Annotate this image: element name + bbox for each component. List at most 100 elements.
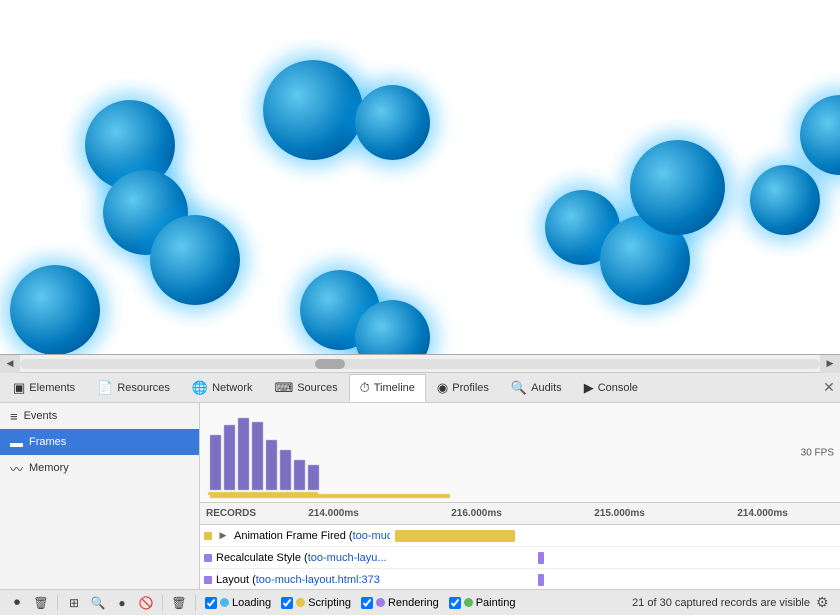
filter-button[interactable]: ⊞ [63, 592, 85, 614]
bottom-toolbar: ⏺ 🗑 ⊞ 🔍 ● 🚫 🗑 Loading Scripting Rendering P… [0, 589, 840, 615]
record-link[interactable]: too-much-layout.html:373 [256, 574, 380, 586]
scrollbar-thumb[interactable] [315, 359, 345, 369]
horizontal-scrollbar[interactable]: ◀ ▶ [0, 355, 840, 373]
sources-tab-label: Sources [297, 382, 337, 394]
audits-tab-icon: 🔍 [511, 380, 527, 396]
sidebar-item-memory[interactable]: 〰 Memory [0, 455, 199, 481]
timeline-tab-label: Timeline [374, 382, 415, 394]
toolbar-separator-2 [162, 595, 163, 611]
record-name-animation-frame-fired: ▶ Animation Frame Fired (too-much-... [200, 529, 390, 543]
resources-tab-label: Resources [117, 382, 170, 394]
devtools-panel: ▣ Elements 📄 Resources 🌐 Network ⌨ Sources ⏱ Time… [0, 373, 840, 615]
filter-painting-checkbox[interactable] [449, 597, 461, 609]
record-bar-area [390, 547, 840, 568]
stop-button[interactable]: 🚫 [135, 592, 157, 614]
close-devtools-button[interactable]: ✕ [820, 379, 838, 397]
filter-loading-color [220, 598, 229, 607]
record-color-indicator [204, 532, 212, 540]
left-sidebar: ≡Events▬Frames 〰 Memory [0, 403, 200, 589]
sidebar-item-memory-label: Memory [29, 462, 69, 474]
console-tab-label: Console [598, 382, 638, 394]
records-label: RECORDS [206, 508, 256, 519]
tab-resources[interactable]: 📄 Resources [86, 374, 181, 402]
bubble [800, 95, 840, 175]
time-mark: 214.000ms [262, 508, 405, 519]
records-list: ▶ Animation Frame Fired (too-much-... Reca… [200, 525, 840, 589]
record-bar [538, 574, 544, 586]
filter-scripting-checkbox[interactable] [281, 597, 293, 609]
scroll-right-arrow[interactable]: ▶ [820, 355, 840, 373]
filter-loading[interactable]: Loading [205, 597, 271, 609]
filter-painting[interactable]: Painting [449, 597, 516, 609]
bubble [263, 60, 363, 160]
elements-tab-label: Elements [29, 382, 75, 394]
tab-profiles[interactable]: ◉Profiles [426, 374, 500, 402]
profiles-tab-icon: ◉ [437, 380, 448, 396]
timeline-panel: 30 FPS RECORDS 214.000ms216.000ms215.000… [200, 403, 840, 589]
record-name-recalculate-style: Recalculate Style (too-much-layu... [200, 552, 390, 564]
audits-tab-label: Audits [531, 382, 562, 394]
record-name-layout: Layout (too-much-layout.html:373 [200, 574, 390, 586]
frames-canvas [200, 403, 840, 502]
record-start-button[interactable]: ● [111, 592, 133, 614]
record-link[interactable]: too-much-layu... [308, 552, 387, 564]
memory-icon: 〰 [10, 459, 23, 478]
scroll-left-arrow[interactable]: ◀ [0, 355, 20, 373]
search-button[interactable]: 🔍 [87, 592, 109, 614]
timeline-graph: 30 FPS [200, 403, 840, 503]
time-mark: 216.000ms [405, 508, 548, 519]
time-mark: 214.000ms [691, 508, 834, 519]
clear-button[interactable]: 🗑 [30, 592, 52, 614]
tab-elements[interactable]: ▣ Elements [2, 374, 86, 402]
record-row[interactable]: Recalculate Style (too-much-layu... [200, 547, 840, 569]
sidebar-item-frames[interactable]: ▬Frames [0, 429, 199, 455]
tab-network[interactable]: 🌐 Network [181, 374, 264, 402]
tab-timeline[interactable]: ⏱ Timeline [349, 374, 426, 402]
settings-button[interactable]: ⚙ [816, 594, 834, 612]
bubble [750, 165, 820, 235]
filter-rendering-checkbox[interactable] [361, 597, 373, 609]
record-row[interactable]: ▶ Animation Frame Fired (too-much-... [200, 525, 840, 547]
tab-console[interactable]: ▶ Console [573, 374, 649, 402]
devtools-body: ≡Events▬Frames 〰 Memory 30 FPS RECORDS 214… [0, 403, 840, 589]
filter-scripting-label: Scripting [308, 597, 351, 609]
network-tab-label: Network [212, 382, 252, 394]
toolbar-separator-1 [57, 595, 58, 611]
fps-label: 30 FPS [801, 447, 834, 458]
network-tab-icon: 🌐 [192, 380, 208, 396]
filter-rendering-label: Rendering [388, 597, 439, 609]
sources-tab-icon: ⌨ [274, 380, 293, 396]
record-label: Recalculate Style (too-much-layu... [216, 552, 387, 564]
record-row[interactable]: Layout (too-much-layout.html:373 [200, 569, 840, 589]
filter-loading-label: Loading [232, 597, 271, 609]
resources-tab-icon: 📄 [97, 380, 113, 396]
filter-loading-checkbox[interactable] [205, 597, 217, 609]
sidebar-item-frames-label: Frames [29, 436, 66, 448]
tab-sources[interactable]: ⌨ Sources [263, 374, 348, 402]
bubble [10, 265, 100, 355]
sidebar-item-events[interactable]: ≡Events [0, 403, 199, 429]
record-label: Animation Frame Fired (too-much-... [234, 530, 390, 542]
time-ruler: 214.000ms216.000ms215.000ms214.000ms [262, 508, 834, 519]
record-bar [395, 530, 515, 542]
timeline-tab-icon: ⏱ [360, 380, 370, 396]
console-tab-icon: ▶ [584, 380, 594, 396]
bubble [150, 215, 240, 305]
records-area[interactable]: RECORDS 214.000ms216.000ms215.000ms214.0… [200, 503, 840, 589]
filter-scripting[interactable]: Scripting [281, 597, 351, 609]
record-link[interactable]: too-much-... [353, 530, 390, 542]
browser-viewport [0, 0, 840, 355]
expand-button[interactable]: ▶ [216, 529, 230, 543]
filter-rendering-color [376, 598, 385, 607]
record-bar [538, 552, 544, 564]
records-header: RECORDS 214.000ms216.000ms215.000ms214.0… [200, 503, 840, 525]
devtools-tab-bar: ▣ Elements 📄 Resources 🌐 Network ⌨ Sources ⏱ Time… [0, 373, 840, 403]
record-button[interactable]: ⏺ [6, 592, 28, 614]
scrollbar-track[interactable] [20, 359, 820, 369]
trash-button[interactable]: 🗑 [168, 592, 190, 614]
tab-audits[interactable]: 🔍 Audits [500, 374, 573, 402]
toolbar-separator-3 [195, 595, 196, 611]
elements-tab-icon: ▣ [13, 380, 25, 396]
record-bar-area [390, 569, 840, 589]
filter-rendering[interactable]: Rendering [361, 597, 439, 609]
